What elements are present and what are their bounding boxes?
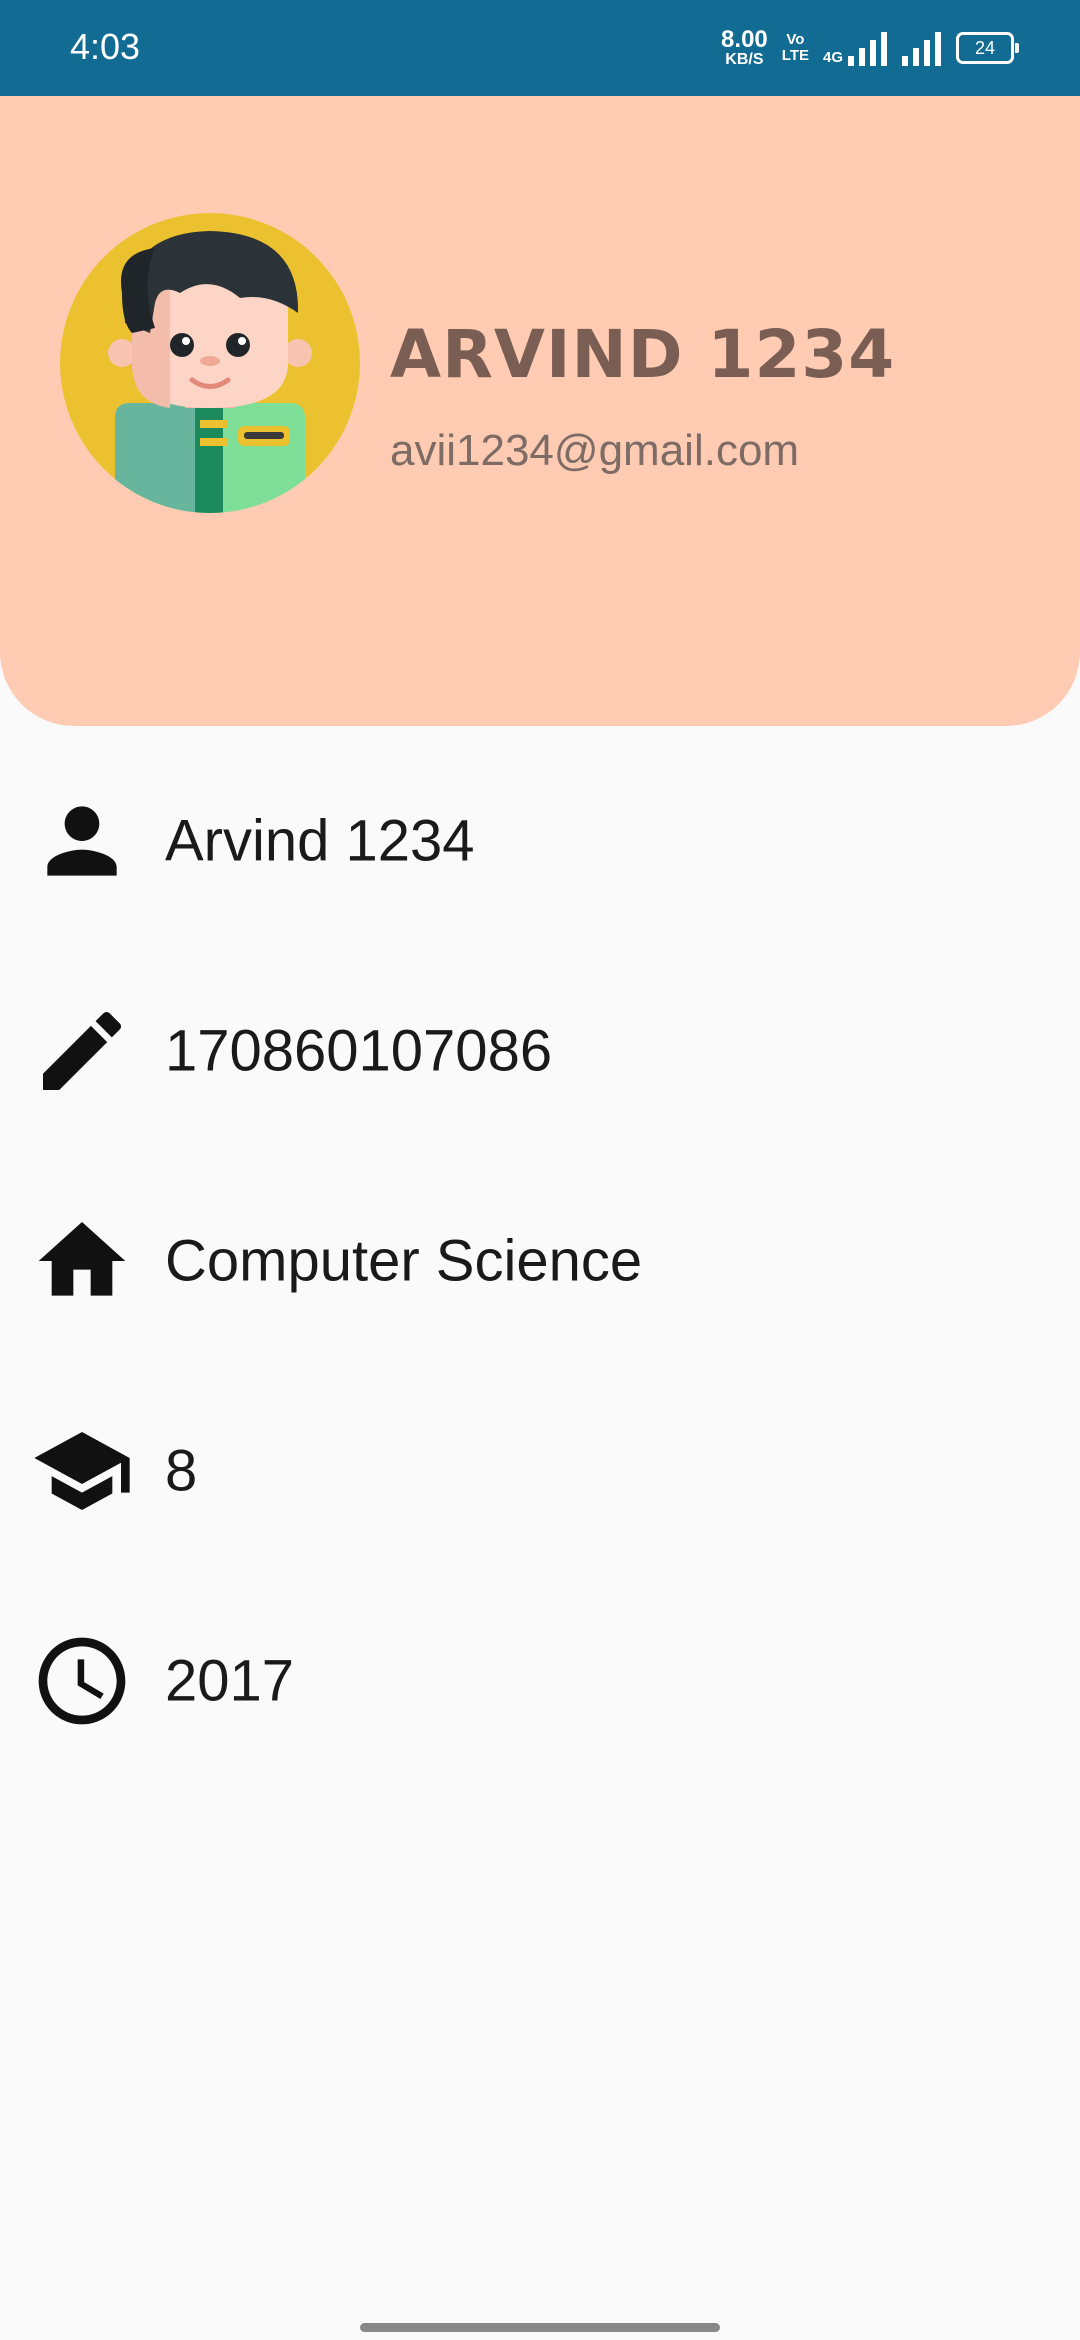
volte-bottom: LTE xyxy=(781,47,809,64)
avatar xyxy=(60,213,360,513)
network-type: 4G xyxy=(822,49,843,66)
profile-header: ARVIND 1234 avii1234@gmail.com xyxy=(0,96,1080,726)
home-indicator[interactable] xyxy=(360,2323,720,2332)
detail-value: Computer Science xyxy=(165,1228,643,1294)
network-speed-unit: KB/S xyxy=(725,51,764,68)
pencil-icon xyxy=(43,1011,122,1090)
battery-icon: 24 xyxy=(956,32,1019,64)
detail-row-year: 2017 xyxy=(0,1611,1080,1751)
status-icons: 8.00 KB/S Vo LTE 4G 24 xyxy=(721,24,1019,72)
detail-value: 2017 xyxy=(165,1648,295,1714)
signal-bars-2-icon xyxy=(902,32,941,66)
student-avatar-icon xyxy=(60,213,360,513)
detail-value: 8 xyxy=(165,1438,198,1504)
network-speed-value: 8.00 xyxy=(721,26,768,53)
detail-value: 170860107086 xyxy=(165,1018,553,1084)
status-bar: 4:03 8.00 KB/S Vo LTE 4G 24 xyxy=(0,0,1080,96)
graduation-cap-icon xyxy=(34,1432,130,1510)
clock-icon xyxy=(38,1637,126,1725)
detail-row-name: Arvind 1234 xyxy=(0,771,1080,911)
signal-bars-icon xyxy=(848,32,887,66)
status-time: 4:03 xyxy=(70,26,141,67)
detail-row-department: Computer Science xyxy=(0,1191,1080,1331)
battery-level: 24 xyxy=(974,37,996,58)
home-icon xyxy=(38,1222,126,1296)
person-icon xyxy=(47,806,117,876)
detail-row-semester: 8 xyxy=(0,1401,1080,1541)
detail-value: Arvind 1234 xyxy=(165,808,475,874)
signal-4g-icon: 4G xyxy=(823,30,888,66)
profile-email: avii1234@gmail.com xyxy=(390,426,800,475)
profile-name: ARVIND 1234 xyxy=(390,316,896,393)
volte-icon: Vo LTE xyxy=(782,32,809,64)
network-speed: 8.00 KB/S xyxy=(721,28,768,68)
detail-row-enrollment: 170860107086 xyxy=(0,981,1080,1121)
volte-top: Vo xyxy=(786,31,805,49)
